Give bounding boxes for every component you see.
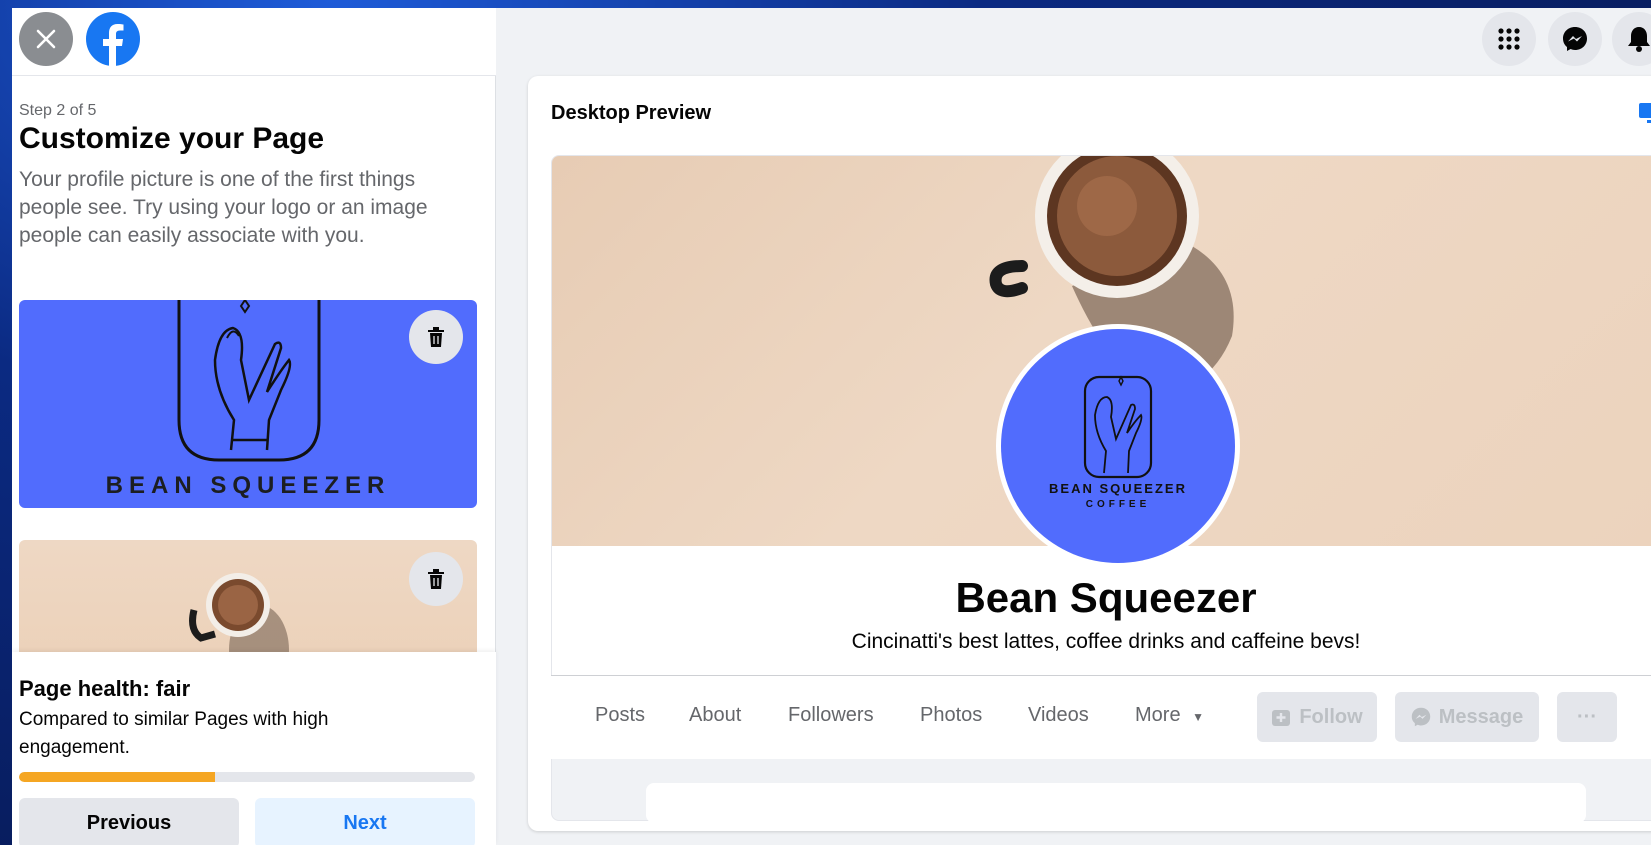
follow-label: Follow <box>1299 705 1363 728</box>
page-bio: Cincinatti's best lattes, coffee drinks … <box>851 630 1361 653</box>
avatar-text-line1: BEAN SQUEEZER <box>1049 481 1187 496</box>
close-icon <box>36 29 56 49</box>
setup-sidebar: Step 2 of 5 Customize your Page Your pro… <box>12 8 496 845</box>
browser-window: Step 2 of 5 Customize your Page Your pro… <box>12 8 1651 845</box>
profile-tabs-bar: Posts About Followers Photos Videos More… <box>551 675 1651 759</box>
delete-cover-button[interactable] <box>409 552 463 606</box>
feed-card <box>646 783 1586 823</box>
step-indicator: Step 2 of 5 <box>19 102 97 119</box>
coffee-cup-image <box>189 573 289 660</box>
message-button[interactable]: Message <box>1395 692 1539 742</box>
tab-followers[interactable]: Followers <box>788 704 874 727</box>
profile-picture-option[interactable]: BEAN SQUEEZER <box>19 300 477 508</box>
preview-label: Desktop Preview <box>551 102 712 124</box>
page-health-progress-bar <box>19 772 475 782</box>
step-description: Your profile picture is one of the first… <box>19 168 428 247</box>
tab-more-label: More <box>1135 704 1181 726</box>
apps-menu-button[interactable] <box>1482 12 1536 66</box>
profile-picture[interactable]: BEAN SQUEEZER COFFEE <box>996 324 1240 568</box>
tab-posts[interactable]: Posts <box>595 704 645 727</box>
page-health-description: Compared to similar Pages with high enga… <box>19 709 329 758</box>
sidebar-header <box>12 8 496 76</box>
trash-icon <box>428 327 444 347</box>
cover-photo-option[interactable] <box>19 540 477 660</box>
messenger-icon <box>1411 707 1430 727</box>
tab-about[interactable]: About <box>689 704 741 727</box>
page-health-progress-fill <box>19 772 216 782</box>
caret-down-icon: ▼ <box>1192 710 1205 724</box>
logo-card-text: BEAN SQUEEZER <box>105 472 391 499</box>
messenger-icon <box>1563 27 1587 51</box>
previous-button[interactable]: Previous <box>19 798 239 845</box>
page-title: Customize your Page <box>19 122 325 155</box>
delete-logo-button[interactable] <box>409 310 463 364</box>
page-health-panel: Page health: fair Compared to similar Pa… <box>12 652 496 845</box>
notifications-bell-icon <box>1628 27 1650 52</box>
facebook-logo-icon[interactable] <box>86 12 140 66</box>
close-button[interactable] <box>19 12 73 66</box>
page-health-title: Page health: fair <box>19 676 191 701</box>
follow-button[interactable]: Follow <box>1257 692 1377 742</box>
follow-icon <box>1272 710 1291 726</box>
messenger-button[interactable] <box>1548 12 1602 66</box>
hand-logo-icon <box>1083 375 1153 479</box>
page-name: Bean Squeezer <box>955 574 1257 621</box>
notifications-button[interactable] <box>1612 12 1651 66</box>
message-label: Message <box>1438 705 1524 728</box>
more-actions-button[interactable]: ··· <box>1557 692 1617 742</box>
apps-grid-icon <box>1498 28 1520 50</box>
tab-photos[interactable]: Photos <box>920 704 982 727</box>
trash-icon <box>428 569 444 589</box>
image-options-list[interactable]: BEAN SQUEEZER <box>19 300 477 660</box>
profile-avatar: BEAN SQUEEZER COFFEE <box>1001 329 1235 563</box>
desktop-monitor-icon[interactable] <box>1638 100 1651 126</box>
tab-videos[interactable]: Videos <box>1028 704 1089 727</box>
next-button[interactable]: Next <box>255 798 475 845</box>
tab-more[interactable]: More ▼ <box>1135 704 1204 727</box>
avatar-text-line2: COFFEE <box>1085 499 1151 510</box>
